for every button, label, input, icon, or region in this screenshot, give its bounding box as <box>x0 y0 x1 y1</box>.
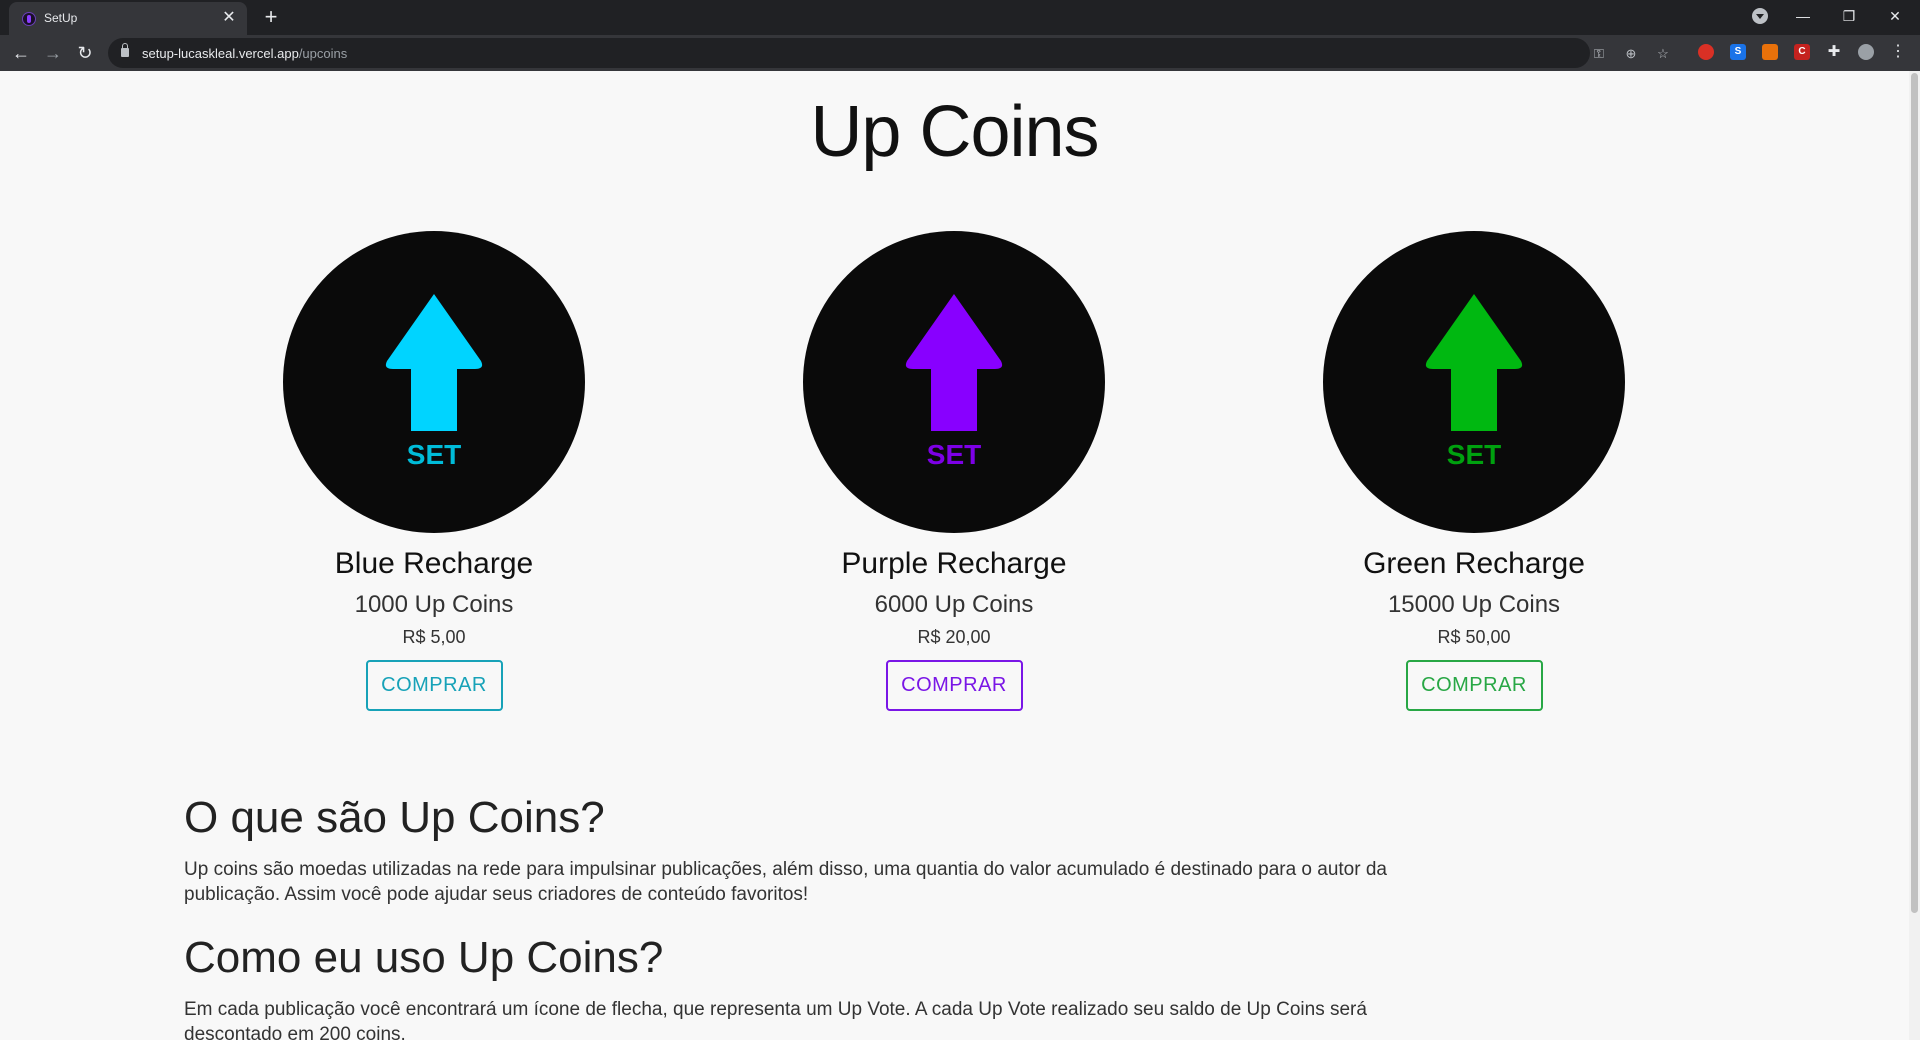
page-content: Up Coins SET Blue Recharge 1000 Up Coins… <box>0 71 1909 1040</box>
section-heading: Como eu uso Up Coins? <box>184 933 664 982</box>
browser-tab[interactable]: SetUp ✕ <box>9 2 247 35</box>
card-blue-recharge: SET Blue Recharge 1000 Up Coins R$ 5,00 … <box>234 231 634 711</box>
scrollbar-thumb[interactable] <box>1911 73 1918 913</box>
section-heading: O que são Up Coins? <box>184 793 605 842</box>
restore-button[interactable]: ❐ <box>1826 0 1872 32</box>
star-icon[interactable]: ☆ <box>1654 45 1672 63</box>
puzzle-icon[interactable]: ✚ <box>1826 44 1842 60</box>
avatar[interactable] <box>1858 44 1874 60</box>
page-scrollbar[interactable] <box>1909 71 1920 1040</box>
url-text: setup-lucaskleal.vercel.app/upcoins <box>142 46 348 61</box>
section-what-are-up-coins: O que são Up Coins? Up coins são moedas … <box>184 793 1414 907</box>
tab-title: SetUp <box>44 11 78 25</box>
card-amount: 6000 Up Coins <box>874 591 1034 618</box>
card-price: R$ 50,00 <box>1437 627 1511 647</box>
extension-red-icon[interactable] <box>1698 44 1714 60</box>
new-tab-button[interactable]: + <box>258 4 284 30</box>
card-amount: 15000 Up Coins <box>1387 591 1561 618</box>
card-name: Blue Recharge <box>334 547 534 580</box>
coin-label: SET <box>407 439 461 470</box>
browser-toolbar: ← → ↻ setup-lucaskleal.vercel.app/upcoin… <box>0 35 1920 71</box>
up-arrow-icon: SET <box>385 294 483 470</box>
coin-green: SET <box>1323 231 1625 533</box>
minimize-button[interactable]: — <box>1780 0 1826 32</box>
comprar-button[interactable]: COMPRAR <box>1405 660 1543 711</box>
comprar-button[interactable]: COMPRAR <box>885 660 1023 711</box>
coin-blue: SET <box>283 231 585 533</box>
favicon-icon <box>22 12 36 26</box>
up-arrow-icon: SET <box>1425 294 1523 470</box>
key-icon[interactable]: ⚿ <box>1590 45 1608 63</box>
card-name: Green Recharge <box>1363 547 1585 580</box>
up-arrow-icon: SET <box>905 294 1003 470</box>
card-amount: 1000 Up Coins <box>354 591 514 618</box>
close-tab-icon[interactable]: ✕ <box>219 8 239 28</box>
lock-icon <box>121 43 129 57</box>
card-price: R$ 20,00 <box>917 627 991 647</box>
section-body: Em cada publicação você encontrará um íc… <box>184 999 1367 1040</box>
card-price: R$ 5,00 <box>402 627 466 647</box>
address-bar[interactable]: setup-lucaskleal.vercel.app/upcoins ⚿ ⊕ … <box>108 38 1669 68</box>
comprar-button[interactable]: COMPRAR <box>365 660 503 711</box>
browser-chrome: SetUp ✕ + — ❐ ✕ ← → ↻ setup-lucaskleal.v… <box>0 0 1920 71</box>
card-purple-recharge: SET Purple Recharge 6000 Up Coins R$ 20,… <box>754 231 1154 711</box>
recharge-cards: SET Blue Recharge 1000 Up Coins R$ 5,00 … <box>0 231 1909 791</box>
zoom-icon[interactable]: ⊕ <box>1622 45 1640 63</box>
tab-strip: SetUp ✕ + — ❐ ✕ <box>0 0 1920 35</box>
card-name: Purple Recharge <box>841 547 1067 580</box>
back-button[interactable]: ← <box>8 40 34 66</box>
section-body: Up coins são moedas utilizadas na rede p… <box>184 859 1387 905</box>
menu-icon[interactable]: ⋮ <box>1890 44 1906 60</box>
extension-orange-icon[interactable] <box>1762 44 1778 60</box>
forward-button[interactable]: → <box>40 40 66 66</box>
coin-label: SET <box>1447 439 1501 470</box>
close-window-button[interactable]: ✕ <box>1872 0 1918 32</box>
coin-label: SET <box>927 439 981 470</box>
coin-purple: SET <box>803 231 1105 533</box>
section-how-to-use-up-coins: Como eu uso Up Coins? Em cada publicação… <box>184 933 1414 1040</box>
page-title: Up Coins <box>810 92 1099 172</box>
extension-blue-icon[interactable]: S <box>1730 44 1746 60</box>
card-green-recharge: SET Green Recharge 15000 Up Coins R$ 50,… <box>1274 231 1674 711</box>
reload-button[interactable]: ↻ <box>72 40 98 66</box>
tab-search-icon[interactable] <box>1752 8 1768 24</box>
extension-c-icon[interactable]: C <box>1794 44 1810 60</box>
